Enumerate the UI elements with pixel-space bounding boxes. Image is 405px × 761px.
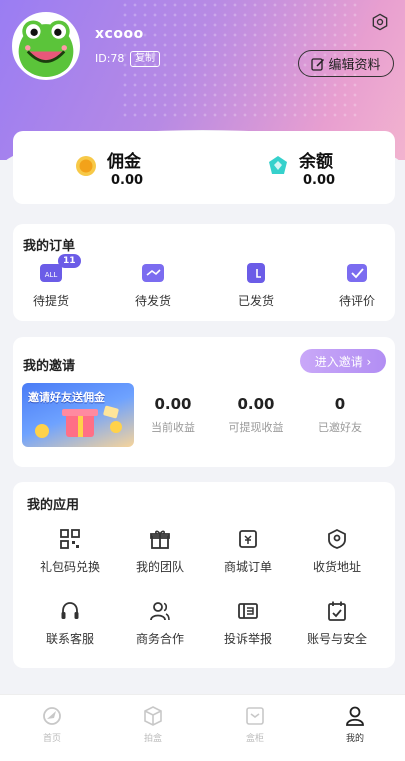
stat-label: 可提现收益	[228, 421, 284, 434]
bottom-tab-bar: 首页 拍盒 盒柜 我的	[0, 694, 405, 761]
order-review[interactable]: 待评价	[322, 260, 392, 309]
stat-invited-friends: 0 已邀好友	[315, 395, 365, 435]
tab-label: 拍盒	[143, 734, 162, 744]
stat-withdrawable: 0.00 可提现收益	[225, 395, 287, 435]
box-icon	[144, 706, 162, 726]
balance-label: 余额	[299, 152, 333, 172]
order-pickup[interactable]: ALL 11 待提货	[16, 254, 86, 309]
report-icon	[238, 603, 258, 619]
stat-value: 0.00	[237, 395, 275, 413]
order-shipped[interactable]: 已发货	[221, 260, 291, 309]
app-report[interactable]: 投诉举报	[206, 600, 290, 647]
order-to-ship[interactable]: 待发货	[118, 260, 188, 309]
coin-icon	[76, 156, 96, 176]
tab-cabinet[interactable]: 盒柜	[225, 705, 285, 744]
qrcode-icon	[60, 529, 80, 549]
app-label: 礼包码兑换	[39, 560, 100, 574]
tab-home[interactable]: 首页	[22, 705, 82, 744]
edit-profile-button[interactable]: 编辑资料	[298, 50, 394, 77]
app-label: 账号与安全	[306, 632, 367, 646]
app-label: 联系客服	[45, 632, 94, 646]
shipped-icon	[247, 263, 265, 283]
calendar-check-icon	[328, 601, 346, 621]
avatar[interactable]	[12, 12, 80, 80]
svg-text:ALL: ALL	[45, 271, 58, 279]
users-icon	[150, 602, 170, 621]
stat-label: 已邀好友	[318, 421, 362, 434]
tab-box[interactable]: 拍盒	[123, 705, 183, 744]
stat-value: 0.00	[154, 395, 192, 413]
user-id: ID:78	[95, 52, 125, 65]
invite-card: 我的邀请 进入邀请 › 邀请好友送佣金 0.00 当前收益 0.00 可提现收益…	[13, 337, 395, 467]
edit-profile-label: 编辑资料	[328, 58, 381, 73]
app-account-security[interactable]: 账号与安全	[295, 600, 379, 647]
home-icon	[43, 707, 61, 725]
balance-card: 佣金 0.00 余额 0.00	[13, 131, 395, 204]
diamond-icon	[269, 156, 287, 174]
invite-title: 我的邀请	[23, 359, 76, 374]
username: xcooo	[95, 26, 144, 42]
apps-card: 我的应用 礼包码兑换 我的团队 商城订单 收货地址 联系客服 商务合作 投诉举报…	[13, 482, 395, 668]
app-business[interactable]: 商务合作	[118, 600, 202, 647]
stat-label: 当前收益	[151, 421, 195, 434]
headset-icon	[61, 602, 79, 619]
apps-title: 我的应用	[27, 498, 80, 513]
app-my-team[interactable]: 我的团队	[118, 528, 202, 575]
tab-mine[interactable]: 我的	[325, 705, 385, 744]
app-label: 我的团队	[135, 560, 184, 574]
app-address[interactable]: 收货地址	[295, 528, 379, 575]
order-label: 待提货	[32, 294, 69, 308]
commission-label: 佣金	[107, 152, 141, 172]
copy-id-button[interactable]: 复制	[130, 51, 160, 67]
app-gift-code[interactable]: 礼包码兑换	[28, 528, 112, 575]
tab-label: 盒柜	[245, 734, 264, 744]
commission-value: 0.00	[111, 173, 144, 188]
stat-current-earnings: 0.00 当前收益	[151, 395, 195, 435]
app-customer-service[interactable]: 联系客服	[28, 600, 112, 647]
app-label: 商务合作	[135, 632, 184, 646]
orders-card: 我的订单 ALL 11 待提货 待发货 已发货 待评价	[13, 224, 395, 321]
orders-title: 我的订单	[23, 239, 76, 254]
order-label: 待评价	[338, 294, 375, 308]
user-icon	[346, 706, 364, 726]
order-label: 待发货	[134, 294, 171, 308]
order-label: 已发货	[237, 294, 274, 308]
balance-value: 0.00	[303, 173, 336, 188]
tab-label: 首页	[42, 734, 61, 744]
gift-icon	[150, 530, 170, 549]
stat-value: 0	[334, 395, 346, 413]
app-label: 投诉举报	[223, 632, 272, 646]
location-icon	[328, 528, 346, 549]
gift-box-icon	[35, 405, 122, 438]
review-icon	[347, 264, 367, 282]
gear-icon[interactable]	[371, 13, 389, 31]
app-label: 收货地址	[312, 560, 361, 574]
enter-invite-button[interactable]: 进入邀请 ›	[300, 349, 386, 373]
invite-banner[interactable]: 邀请好友送佣金	[22, 383, 134, 447]
app-mall-orders[interactable]: 商城订单	[206, 528, 290, 575]
pickup-badge: 11	[58, 254, 81, 268]
frog-avatar-icon	[18, 20, 74, 77]
cabinet-icon	[246, 707, 264, 725]
order-ticket-icon	[239, 530, 257, 548]
to-ship-icon	[142, 264, 164, 282]
app-label: 商城订单	[223, 560, 272, 574]
edit-icon	[311, 57, 325, 71]
tab-label: 我的	[345, 734, 364, 744]
